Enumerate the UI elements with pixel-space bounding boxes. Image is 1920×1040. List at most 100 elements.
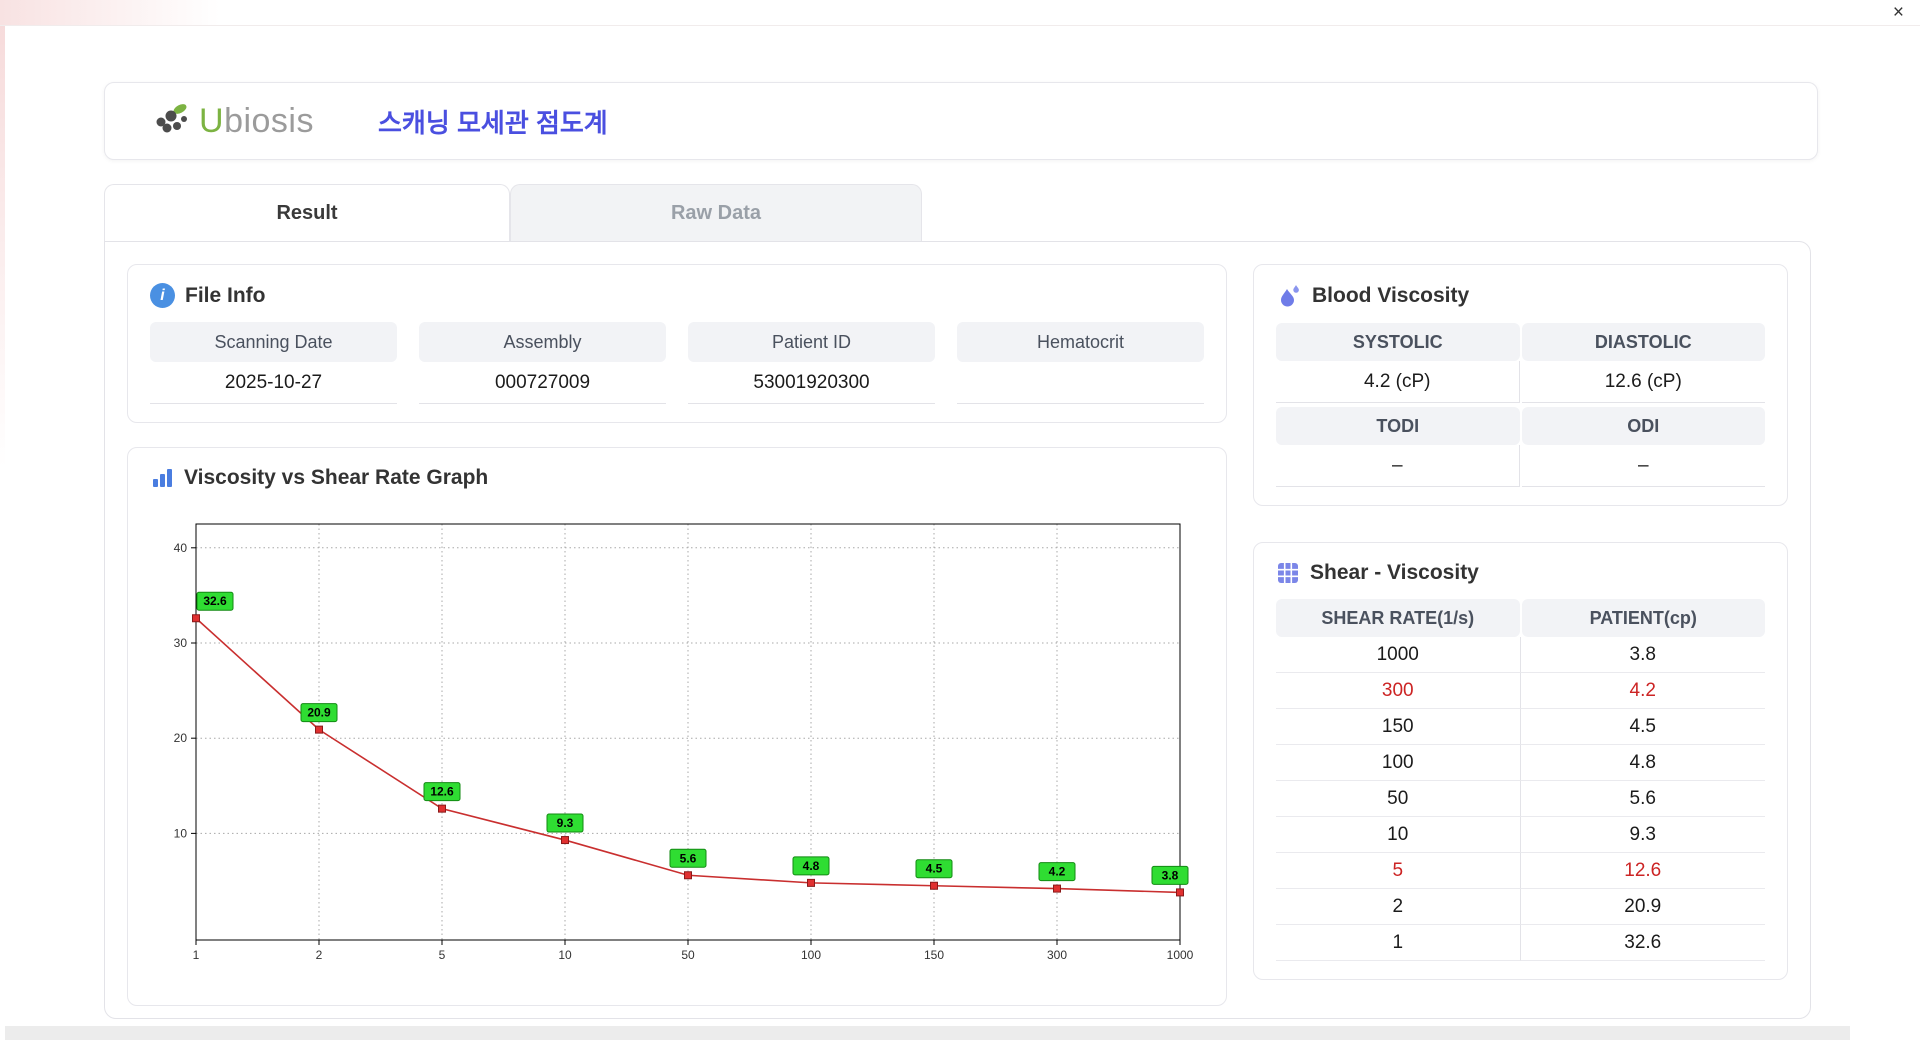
svg-text:9.3: 9.3 (557, 816, 574, 830)
svg-text:5: 5 (439, 948, 446, 962)
patient-cell: 4.8 (1520, 745, 1765, 781)
bv-header-row: SYSTOLIC DIASTOLIC (1276, 323, 1765, 361)
svg-text:3.8: 3.8 (1162, 868, 1179, 882)
file-info-field: Assembly 000727009 (419, 322, 666, 404)
bar-chart-icon (150, 466, 174, 490)
ubiosis-logo: Ubiosis (149, 101, 314, 141)
svg-text:4.5: 4.5 (926, 862, 943, 876)
bv-header-cell: SYSTOLIC (1276, 323, 1520, 361)
shear-rate-cell: 50 (1276, 781, 1521, 817)
file-info-field: Scanning Date 2025-10-27 (150, 322, 397, 404)
shear-rate-cell: 150 (1276, 709, 1521, 745)
shear-table-row: 5 12.6 (1276, 853, 1765, 889)
svg-text:150: 150 (924, 948, 944, 962)
file-info-title-row: i File Info (150, 283, 1204, 308)
bv-header-row: TODI ODI (1276, 407, 1765, 445)
shear-rate-cell: 5 (1276, 853, 1521, 889)
field-value: 53001920300 (688, 362, 935, 404)
field-value (957, 362, 1204, 404)
patient-cell: 20.9 (1520, 889, 1765, 925)
ubiosis-logo-icon (149, 101, 193, 141)
patient-header: PATIENT(cp) (1521, 599, 1765, 637)
window-left-edge (0, 0, 5, 1040)
shear-viscosity-title: Shear - Viscosity (1310, 561, 1479, 584)
bv-table: SYSTOLIC DIASTOLIC 4.2 (cP) 12.6 (cP) TO… (1276, 323, 1765, 487)
svg-text:4.8: 4.8 (803, 859, 820, 873)
tab-raw-data[interactable]: Raw Data (510, 184, 922, 241)
bv-value-row: – – (1276, 445, 1765, 487)
shear-rate-cell: 300 (1276, 673, 1521, 709)
shear-viscosity-card: Shear - Viscosity SHEAR RATE(1/s) PATIEN… (1253, 542, 1788, 980)
shear-table-row: 300 4.2 (1276, 673, 1765, 709)
droplet-icon (1276, 283, 1302, 309)
shear-table-row: 2 20.9 (1276, 889, 1765, 925)
patient-cell: 3.8 (1520, 637, 1765, 673)
svg-text:20.9: 20.9 (307, 706, 331, 720)
shear-table-body: 1000 3.8 300 4.2 150 4.5 100 4.8 50 5.6 … (1276, 637, 1765, 961)
shear-table-row: 150 4.5 (1276, 709, 1765, 745)
window-titlebar: × (0, 0, 1920, 26)
svg-text:50: 50 (681, 948, 695, 962)
page-root: Ubiosis 스캐닝 모세관 점도계 Result Raw Data i Fi… (0, 26, 1920, 1019)
graph-title-row: Viscosity vs Shear Rate Graph (150, 466, 1204, 490)
field-label: Hematocrit (957, 322, 1204, 362)
field-label: Scanning Date (150, 322, 397, 362)
patient-cell: 12.6 (1520, 853, 1765, 889)
bv-value-cell: 4.2 (cP) (1276, 361, 1520, 403)
window-close-button[interactable]: × (1893, 1, 1904, 25)
shear-table-row: 100 4.8 (1276, 745, 1765, 781)
main-content: i File Info Scanning Date 2025-10-27 Ass… (104, 241, 1811, 1019)
svg-text:10: 10 (174, 826, 188, 840)
patient-cell: 5.6 (1520, 781, 1765, 817)
svg-text:10: 10 (558, 948, 572, 962)
tab-result[interactable]: Result (104, 184, 510, 241)
shear-table-row: 1000 3.8 (1276, 637, 1765, 673)
svg-text:1: 1 (193, 948, 200, 962)
svg-text:32.6: 32.6 (203, 594, 227, 608)
shear-rate-cell: 1 (1276, 925, 1521, 961)
svg-text:5.6: 5.6 (680, 851, 697, 865)
bv-header-cell: DIASTOLIC (1521, 323, 1765, 361)
shear-table-row: 10 9.3 (1276, 817, 1765, 853)
file-info-card: i File Info Scanning Date 2025-10-27 Ass… (127, 264, 1227, 423)
bv-value-cell: 12.6 (cP) (1521, 361, 1765, 403)
bv-value-row: 4.2 (cP) 12.6 (cP) (1276, 361, 1765, 403)
blood-viscosity-title-row: Blood Viscosity (1276, 283, 1765, 309)
bv-header-cell: ODI (1521, 407, 1765, 445)
svg-text:20: 20 (174, 731, 188, 745)
graph-title: Viscosity vs Shear Rate Graph (184, 466, 489, 489)
ubiosis-logo-text: Ubiosis (199, 101, 314, 140)
grid-table-icon (1276, 561, 1300, 585)
bv-header-cell: TODI (1276, 407, 1520, 445)
svg-text:100: 100 (801, 948, 821, 962)
info-icon: i (150, 283, 175, 308)
app-header: Ubiosis 스캐닝 모세관 점도계 (104, 82, 1818, 160)
bv-value-cell: – (1276, 445, 1520, 487)
page-title: 스캐닝 모세관 점도계 (378, 107, 608, 138)
blood-viscosity-title: Blood Viscosity (1312, 284, 1470, 307)
patient-cell: 4.2 (1520, 673, 1765, 709)
svg-text:2: 2 (316, 948, 323, 962)
shear-viscosity-title-row: Shear - Viscosity (1276, 561, 1765, 585)
file-info-title: File Info (185, 283, 266, 307)
svg-text:30: 30 (174, 636, 188, 650)
field-value: 000727009 (419, 362, 666, 404)
svg-text:1000: 1000 (1167, 948, 1194, 962)
left-column: i File Info Scanning Date 2025-10-27 Ass… (127, 264, 1227, 1006)
right-column: Blood Viscosity SYSTOLIC DIASTOLIC 4.2 (… (1253, 264, 1788, 996)
file-info-field: Hematocrit (957, 322, 1204, 404)
shear-rate-cell: 1000 (1276, 637, 1521, 673)
viscosity-chart: 10 20 30 40 1 2 5 10 50 100 150 300 1000 32.6 20.9 12.6… (150, 504, 1204, 987)
svg-text:40: 40 (174, 541, 188, 555)
shear-table-row: 1 32.6 (1276, 925, 1765, 961)
patient-cell: 9.3 (1520, 817, 1765, 853)
window-footer-strip (0, 1026, 1850, 1040)
file-info-field: Patient ID 53001920300 (688, 322, 935, 404)
blood-viscosity-card: Blood Viscosity SYSTOLIC DIASTOLIC 4.2 (… (1253, 264, 1788, 506)
shear-rate-cell: 10 (1276, 817, 1521, 853)
shear-rate-header: SHEAR RATE(1/s) (1276, 599, 1520, 637)
shear-table-header: SHEAR RATE(1/s) PATIENT(cp) (1276, 599, 1765, 637)
bv-value-cell: – (1521, 445, 1765, 487)
svg-text:4.2: 4.2 (1049, 865, 1066, 879)
tab-bar: Result Raw Data (104, 184, 1920, 241)
